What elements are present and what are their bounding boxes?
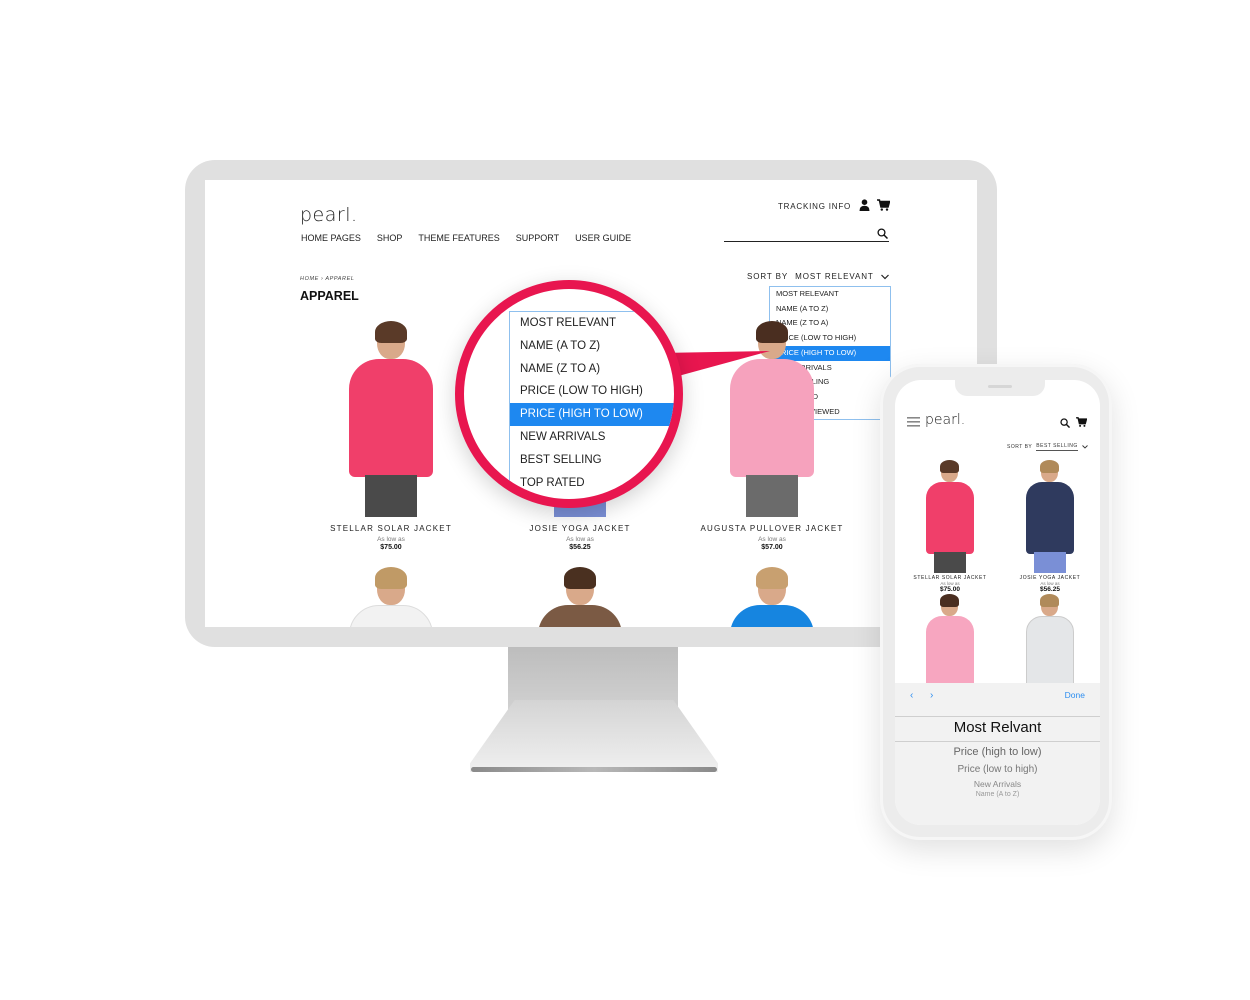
magnified-option-highlighted: PRICE (HIGH TO LOW) [510,403,674,426]
nav-theme-features[interactable]: THEME FEATURES [418,233,499,243]
jacket-shape [926,616,974,688]
breadcrumb: HOME › APPAREL [300,276,355,282]
product-card[interactable] [495,563,665,627]
user-icon[interactable] [859,199,870,211]
product-image[interactable] [722,563,822,627]
sort-by-value[interactable]: MOST RELEVANT [795,272,874,281]
magnified-option: MOST RELEVANT [520,317,617,329]
mobile-product-card[interactable]: JOSIE YOGA JACKET As low as $56.25 [1005,458,1095,593]
jacket-shape [926,482,974,554]
sort-by-label: SORT BY [747,272,789,281]
magnified-option: TOP RATED [520,476,585,489]
pants-shape [934,552,966,573]
mobile-phone: pearl. SORT BY BEST SELLING STELLAR SOLA… [880,364,1112,840]
product-image[interactable] [341,563,441,627]
nav-support[interactable]: SUPPORT [516,233,559,243]
model-hair [1040,460,1059,473]
main-nav: HOME PAGES SHOP THEME FEATURES SUPPORT U… [301,233,631,243]
model-hair [375,321,407,343]
cart-icon[interactable] [1076,417,1087,427]
site-logo[interactable]: pearl. [300,204,358,226]
model-hair [940,594,959,607]
sort-picker-wheel[interactable]: ‹ › Done Most Relvant Price (high to low… [895,683,1100,825]
picker-item[interactable]: New Arrivals [895,779,1100,789]
magnified-option: NAME (Z TO A) [520,362,601,375]
jacket-shape [538,605,622,627]
sort-by-select[interactable]: SORT BY MOST RELEVANT [747,272,889,281]
chevron-down-icon[interactable] [1081,445,1088,449]
picker-toolbar: ‹ › Done [895,683,1100,713]
picker-prev-button[interactable]: ‹ [910,690,913,701]
picker-item[interactable]: Price (high to low) [895,746,1100,758]
pants-shape [365,475,417,517]
product-name[interactable]: AUGUSTA PULLOVER JACKET [687,524,857,533]
nav-home-pages[interactable]: HOME PAGES [301,233,361,243]
jacket-shape [730,605,814,627]
mobile-sort-value[interactable]: BEST SELLING [1036,443,1078,451]
magnified-option: PRICE (LOW TO HIGH) [520,385,643,398]
mobile-product-card[interactable]: STELLAR SOLAR JACKET As low as $75.00 [905,458,995,593]
product-price: $75.00 [380,544,402,551]
magnifier-callout: MOST RELEVANT NAME (A TO Z) NAME (Z TO A… [455,280,683,508]
picker-done-button[interactable]: Done [1065,690,1085,700]
model-hair [1040,594,1059,607]
model-hair [756,567,788,589]
magnified-option: BEST SELLING [520,453,602,466]
picker-item[interactable]: Price (low to high) [895,764,1100,775]
chevron-down-icon[interactable] [880,274,889,280]
magnified-sort-list: MOST RELEVANT NAME (A TO Z) NAME (Z TO A… [509,311,674,495]
product-image[interactable] [920,458,980,573]
phone-notch [955,380,1045,396]
nav-shop[interactable]: SHOP [377,233,403,243]
jacket-shape [349,605,433,627]
monitor-stand-base [470,700,718,772]
pants-shape [746,475,798,517]
model-hair [564,567,596,589]
pants-shape [1034,552,1066,573]
product-image[interactable] [1020,458,1080,573]
hamburger-menu-icon[interactable] [907,417,920,427]
picker-item-selected[interactable]: Most Relvant [895,719,1100,736]
product-price: $57.00 [761,544,783,551]
product-card[interactable]: STELLAR SOLAR JACKET As low as $75.00 [306,317,476,551]
model-hair [940,460,959,473]
as-low-as-label: As low as [758,536,786,543]
page-title: APPAREL [300,289,359,303]
cart-icon[interactable] [877,199,890,211]
mobile-logo[interactable]: pearl. [925,412,965,428]
model-hair [756,321,788,343]
product-price: $56.25 [569,544,591,551]
product-name[interactable]: JOSIE YOGA JACKET [495,524,665,533]
monitor-stand-edge [471,767,717,772]
search-input[interactable] [724,241,889,242]
mobile-screen: pearl. SORT BY BEST SELLING STELLAR SOLA… [895,380,1100,825]
picker-item[interactable]: Name (A to Z) [895,791,1100,798]
jacket-shape [1026,616,1074,688]
search-icon[interactable] [877,228,888,239]
magnified-option: NEW ARRIVALS [520,430,606,443]
tracking-info-link[interactable]: TRACKING INFO [778,202,851,211]
product-image[interactable] [341,317,441,517]
product-card[interactable] [306,563,476,627]
as-low-as-label: As low as [377,536,405,543]
picker-next-button[interactable]: › [930,690,933,701]
sort-option-most-relevant[interactable]: MOST RELEVANT [770,287,890,302]
mobile-sort-select[interactable]: SORT BY BEST SELLING [1007,443,1088,451]
magnified-option: NAME (A TO Z) [520,339,601,352]
as-low-as-label: As low as [566,536,594,543]
search-icon[interactable] [1060,418,1070,428]
nav-user-guide[interactable]: USER GUIDE [575,233,631,243]
product-card[interactable] [687,563,857,627]
sort-option-name-a-z[interactable]: NAME (A TO Z) [770,302,890,317]
speaker-bar [988,385,1012,388]
jacket-shape [1026,482,1074,554]
jacket-shape [349,359,433,477]
product-name[interactable]: STELLAR SOLAR JACKET [306,524,476,533]
mobile-sort-label: SORT BY [1007,444,1033,450]
product-image[interactable] [530,563,630,627]
model-hair [375,567,407,589]
